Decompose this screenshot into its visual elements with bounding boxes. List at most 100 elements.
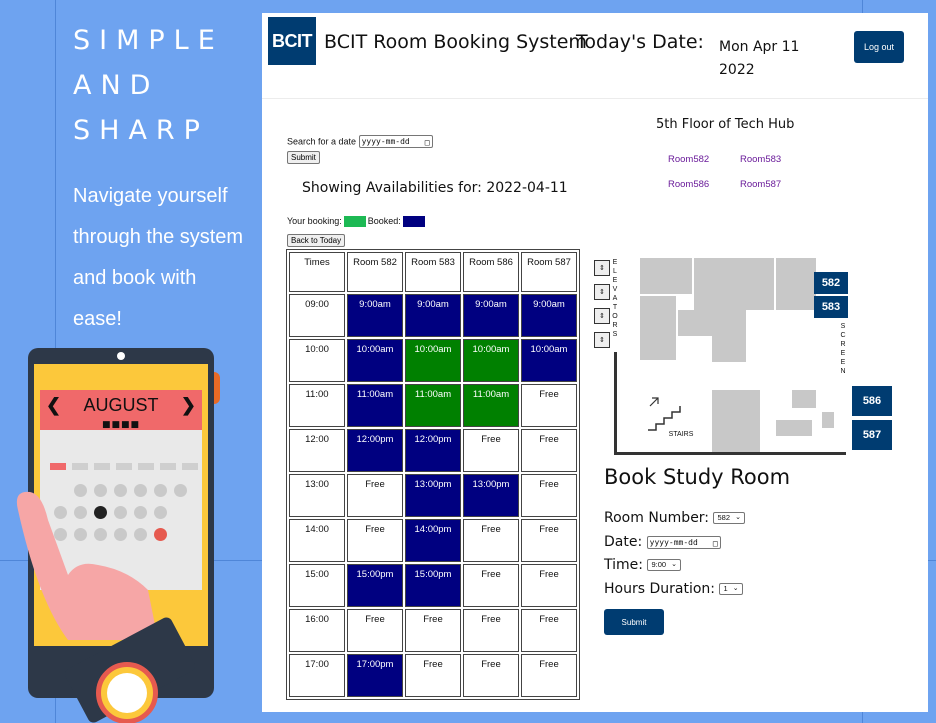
table-row: 09:00 9:00am 9:00am 9:00am 9:00am	[289, 294, 577, 337]
room-number-row: Room Number: 582 ⌄	[604, 510, 745, 526]
time-cell: 09:00	[289, 294, 345, 337]
slot-cell-free[interactable]: Free	[463, 654, 519, 697]
slot-cell-mine: 10:00am	[463, 339, 519, 382]
watch-face	[107, 673, 147, 713]
chevron-left-icon: ❮	[46, 395, 62, 415]
main-panel: BCIT BCIT Room Booking System Today's Da…	[262, 13, 928, 712]
time-label: Time:	[604, 557, 643, 573]
screen-label: SCREEN	[840, 323, 846, 375]
slot-cell-free[interactable]: Free	[463, 519, 519, 562]
slot-cell-free[interactable]: Free	[405, 654, 461, 697]
room-link-583[interactable]: Room583	[740, 154, 781, 165]
map-block	[792, 390, 816, 408]
header: BCIT BCIT Room Booking System Today's Da…	[262, 13, 928, 99]
slot-cell-booked: 10:00am	[521, 339, 577, 382]
time-cell: 15:00	[289, 564, 345, 607]
slot-cell-booked: 14:00pm	[405, 519, 461, 562]
room-number-select[interactable]: 582 ⌄	[713, 512, 745, 524]
column-header: Room 586	[463, 252, 519, 292]
table-row: 12:00 12:00pm 12:00pm Free Free	[289, 429, 577, 472]
slot-cell-booked: 9:00am	[347, 294, 403, 337]
time-select[interactable]: 9:00 ⌄	[647, 559, 682, 571]
slot-cell-free[interactable]: Free	[405, 609, 461, 652]
calendar-bar	[72, 463, 88, 470]
slot-cell-free[interactable]: Free	[463, 429, 519, 472]
legend-booked-swatch	[402, 216, 425, 228]
column-header: Room 582	[347, 252, 403, 292]
stairs-icon	[648, 397, 681, 431]
search-date-input[interactable]: yyyy-mm-dd □	[358, 135, 433, 148]
hero-title-line: SHARP	[73, 115, 209, 146]
map-room-586[interactable]: 586	[852, 386, 892, 416]
elevator-icon: ⇕	[594, 332, 610, 348]
slot-cell-free[interactable]: Free	[463, 564, 519, 607]
table-row: 10:00 10:00am 10:00am 10:00am 10:00am	[289, 339, 577, 382]
slot-cell-free[interactable]: Free	[347, 474, 403, 517]
room-link-586[interactable]: Room586	[668, 179, 709, 190]
table-row: 17:00 17:00pm Free Free Free	[289, 654, 577, 697]
logout-button[interactable]: Log out	[854, 31, 904, 63]
slot-cell-free[interactable]: Free	[521, 564, 577, 607]
time-value: 9:00	[651, 560, 667, 569]
room-link-582[interactable]: Room582	[668, 154, 709, 165]
map-block	[776, 258, 816, 310]
time-cell: 17:00	[289, 654, 345, 697]
map-room-583[interactable]: 583	[814, 296, 848, 318]
book-submit-button[interactable]: Submit	[604, 609, 664, 635]
search-submit-button[interactable]: Submit	[287, 151, 320, 164]
calendar-day	[174, 484, 187, 497]
time-row: Time: 9:00 ⌄	[604, 557, 682, 573]
hours-row: Hours Duration: 1 ⌄	[604, 581, 743, 597]
chevron-down-icon: ⌄	[732, 585, 739, 592]
calendar-icon: □	[424, 138, 430, 147]
map-wall	[614, 452, 846, 455]
slot-cell-free[interactable]: Free	[521, 654, 577, 697]
slot-cell-free[interactable]: Free	[521, 429, 577, 472]
map-block	[712, 336, 746, 362]
slot-cell-free[interactable]: Free	[347, 519, 403, 562]
slot-cell-mine: 11:00am	[463, 384, 519, 427]
booking-date-input[interactable]: yyyy-mm-dd □	[646, 535, 721, 549]
column-header: Room 583	[405, 252, 461, 292]
calendar-bar	[50, 463, 66, 470]
time-cell: 14:00	[289, 519, 345, 562]
time-cell: 16:00	[289, 609, 345, 652]
slot-cell-free[interactable]: Free	[521, 384, 577, 427]
calendar-bar	[116, 463, 132, 470]
chevron-down-icon: ⌄	[735, 514, 741, 521]
book-room-title: Book Study Room	[604, 465, 791, 489]
hero-subtitle: Navigate yourself through the system and…	[73, 176, 258, 340]
back-to-today-button[interactable]: Back to Today	[287, 234, 346, 247]
table-row: 16:00 Free Free Free Free	[289, 609, 577, 652]
slot-cell-booked: 12:00pm	[405, 429, 461, 472]
map-block	[822, 412, 834, 428]
legend-your-booking-label: Your booking:	[287, 216, 342, 226]
slot-cell-free[interactable]: Free	[521, 519, 577, 562]
date-row: Date: yyyy-mm-dd □	[604, 534, 721, 550]
app-title: BCIT Room Booking System	[324, 31, 587, 53]
room-link-587[interactable]: Room587	[740, 179, 781, 190]
tablet-camera	[117, 352, 125, 360]
slot-cell-free[interactable]: Free	[521, 474, 577, 517]
elevator-icon: ⇕	[594, 284, 610, 300]
slot-cell-booked: 11:00am	[347, 384, 403, 427]
hours-select[interactable]: 1 ⌄	[719, 583, 743, 595]
slot-cell-free[interactable]: Free	[347, 609, 403, 652]
map-room-582[interactable]: 582	[814, 272, 848, 294]
slot-cell-free[interactable]: Free	[463, 609, 519, 652]
slot-cell-booked: 17:00pm	[347, 654, 403, 697]
hero-subtitle-line: ease!	[73, 308, 122, 330]
slot-cell-mine: 11:00am	[405, 384, 461, 427]
slot-cell-booked: 12:00pm	[347, 429, 403, 472]
table-body: 09:00 9:00am 9:00am 9:00am 9:00am 10:00 10:00a…	[289, 294, 577, 697]
calendar-bar	[94, 463, 110, 470]
table-header-row: Times Room 582 Room 583 Room 586 Room 58…	[289, 252, 577, 292]
column-header: Room 587	[521, 252, 577, 292]
map-room-587[interactable]: 587	[852, 420, 892, 450]
legend-your-booking-swatch	[343, 216, 366, 228]
availability-table: Times Room 582 Room 583 Room 586 Room 58…	[286, 249, 580, 700]
hours-label: Hours Duration:	[604, 581, 715, 597]
floor-title: 5th Floor of Tech Hub	[656, 117, 795, 132]
slot-cell-free[interactable]: Free	[521, 609, 577, 652]
map-block	[694, 258, 774, 310]
